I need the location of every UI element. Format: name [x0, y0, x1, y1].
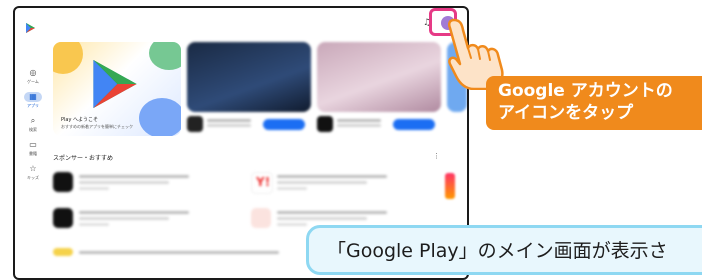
play-store-logo-icon[interactable]: [26, 18, 35, 37]
app-text: [79, 211, 189, 214]
app-text: [277, 211, 387, 214]
top-bar: ♫: [15, 8, 467, 36]
rail-item-apps[interactable]: ▦ アプリ: [15, 92, 51, 109]
search-icon: ⌕: [30, 116, 36, 125]
app-text: [207, 119, 251, 122]
app-icon: [251, 208, 271, 228]
section-title: スポンサー・おすすめ: [53, 155, 114, 162]
app-text: [79, 187, 109, 190]
rail-item-search[interactable]: ⌕ 検索: [15, 116, 51, 133]
app-text: [277, 181, 367, 184]
decorative-shape: [149, 42, 181, 70]
app-text: [79, 251, 279, 254]
install-button[interactable]: [263, 119, 305, 130]
decorative-shape: [53, 42, 83, 74]
rail-item-games[interactable]: ◎ ゲーム: [15, 68, 51, 85]
list-item[interactable]: Y!: [251, 172, 411, 194]
callout-line: アイコンをタップ: [498, 103, 634, 123]
app-text: [277, 217, 367, 220]
book-icon: ▭: [29, 140, 37, 149]
app-text: [277, 175, 387, 178]
app-icon: [53, 208, 73, 228]
list-item[interactable]: [53, 172, 213, 194]
install-button[interactable]: [393, 119, 435, 130]
callout-line: Google アカウントの: [498, 81, 673, 101]
hero-title: Play へようこそ: [61, 117, 99, 123]
instruction-callout: Google アカウントの アイコンをタップ: [486, 76, 702, 130]
app-icon: [53, 172, 73, 192]
app-text: [79, 181, 169, 184]
rail-label: 書籍: [29, 151, 37, 156]
app-icon: [445, 173, 455, 199]
rail-item-kids[interactable]: ☆ キッズ: [15, 164, 51, 181]
app-text: [277, 223, 307, 226]
app-icon: [317, 116, 333, 132]
app-icon: [187, 116, 203, 132]
app-text: [277, 187, 307, 190]
app-icon: [53, 248, 73, 256]
list-item[interactable]: [53, 208, 213, 230]
rail-item-books[interactable]: ▭ 書籍: [15, 140, 51, 157]
welcome-hero-card[interactable]: Play へようこそ おすすめの新着アプリを簡単にチェック: [53, 42, 181, 136]
app-text: [79, 175, 189, 178]
app-text: [79, 223, 109, 226]
hero-subtitle: おすすめの新着アプリを簡単にチェック: [61, 124, 133, 129]
rail-label: 検索: [29, 127, 37, 132]
apps-icon: ▦: [24, 92, 42, 102]
app-text: [79, 217, 169, 220]
app-icon: Y!: [251, 172, 273, 194]
caption-text: 「Google Play」のメイン画面が表示さ: [327, 240, 668, 262]
app-text: [337, 119, 381, 122]
rail-label: アプリ: [27, 103, 39, 108]
caption-box: 「Google Play」のメイン画面が表示さ: [306, 225, 702, 275]
gamepad-icon: ◎: [29, 68, 37, 77]
rail-label: キッズ: [27, 175, 39, 180]
featured-card[interactable]: [187, 42, 311, 112]
featured-card[interactable]: [317, 42, 441, 112]
play-logo-icon: [93, 60, 137, 112]
rail-label: ゲーム: [27, 79, 39, 84]
decorative-shape: [139, 98, 181, 136]
navigation-rail: ◎ ゲーム ▦ アプリ ⌕ 検索 ▭ 書籍 ☆ キッズ: [15, 68, 51, 188]
more-options-icon[interactable]: ⋮: [433, 152, 440, 160]
kids-icon: ☆: [29, 164, 37, 173]
